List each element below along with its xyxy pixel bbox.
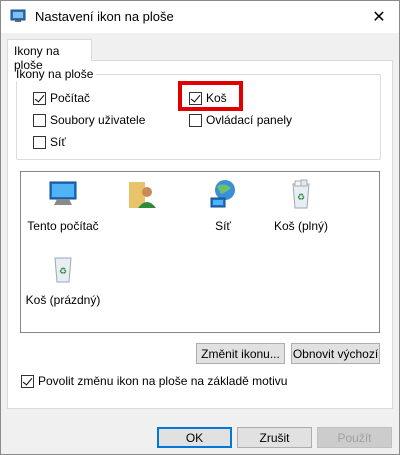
list-item-user-folder[interactable]: [103, 178, 183, 219]
svg-text:♻: ♻: [59, 266, 67, 276]
restore-default-button[interactable]: Obnovit výchozí: [291, 343, 380, 364]
user-folder-icon: [129, 182, 156, 208]
cancel-button[interactable]: Zrušit: [237, 427, 312, 448]
desktop-icon-settings-icon: [10, 9, 26, 22]
checkbox-box[interactable]: [21, 374, 34, 388]
checkbox-box[interactable]: [33, 113, 46, 127]
button-label: Zrušit: [259, 430, 290, 445]
window-title: Nastavení ikon na ploše: [35, 9, 174, 24]
icon-label: Tento počítač: [27, 219, 99, 233]
checkbox-label: Soubory uživatele: [50, 113, 146, 127]
button-label: OK: [185, 430, 204, 445]
highlight-frame: [178, 81, 243, 111]
recycle-bin-full-icon: ♻: [292, 179, 310, 209]
checkbox-network[interactable]: Síť: [33, 135, 66, 149]
tab-label: Ikony na ploše: [14, 44, 60, 72]
change-icon-button[interactable]: Změnit ikonu...: [196, 343, 285, 364]
close-icon: ✕: [372, 9, 386, 26]
list-item-recycle-bin-full[interactable]: ♻ Koš (plný): [261, 178, 341, 233]
recycle-bin-empty-icon: ♻: [54, 257, 72, 283]
checkbox-label: Síť: [50, 135, 66, 149]
icon-label: Koš (plný): [273, 219, 329, 233]
dialog-window: Nastavení ikon na ploše ✕ Ikony na ploše…: [0, 0, 400, 455]
checkbox-computer[interactable]: Počítač: [33, 91, 90, 105]
svg-text:♻: ♻: [297, 192, 305, 202]
icon-label: Koš (prázdný): [25, 293, 101, 307]
apply-button[interactable]: Použít: [317, 427, 392, 448]
button-label: Změnit ikonu...: [201, 346, 280, 361]
checkbox-box[interactable]: [33, 135, 46, 149]
ok-button[interactable]: OK: [157, 427, 232, 448]
close-button[interactable]: ✕: [359, 1, 399, 33]
icon-list[interactable]: Tento počítač Síť ♻ Koš (plný) ♻ Koš (pr…: [20, 171, 380, 333]
checkbox-box[interactable]: [33, 91, 46, 105]
checkbox-user-files[interactable]: Soubory uživatele: [33, 113, 145, 127]
checkbox-label: Povolit změnu ikon na ploše na základě m…: [38, 374, 288, 388]
button-label: Použít: [337, 430, 372, 445]
computer-icon: [49, 181, 77, 205]
checkbox-box[interactable]: [189, 113, 202, 127]
title-bar: Nastavení ikon na ploše ✕: [1, 1, 399, 33]
list-item-network[interactable]: Síť: [183, 178, 263, 233]
icon-label: Síť: [215, 219, 231, 233]
network-icon: [210, 180, 235, 208]
button-label: Obnovit výchozí: [292, 346, 379, 361]
list-item-recycle-bin-empty[interactable]: ♻ Koš (prázdný): [23, 252, 103, 307]
list-item-computer[interactable]: Tento počítač: [23, 178, 103, 233]
checkbox-control-panel[interactable]: Ovládací panely: [189, 113, 292, 127]
checkbox-label: Ovládací panely: [206, 113, 293, 127]
checkbox-theme-change[interactable]: Povolit změnu ikon na ploše na základě m…: [21, 374, 287, 388]
tab-desktop-icons[interactable]: Ikony na ploše: [7, 39, 92, 72]
checkbox-label: Počítač: [50, 91, 91, 105]
